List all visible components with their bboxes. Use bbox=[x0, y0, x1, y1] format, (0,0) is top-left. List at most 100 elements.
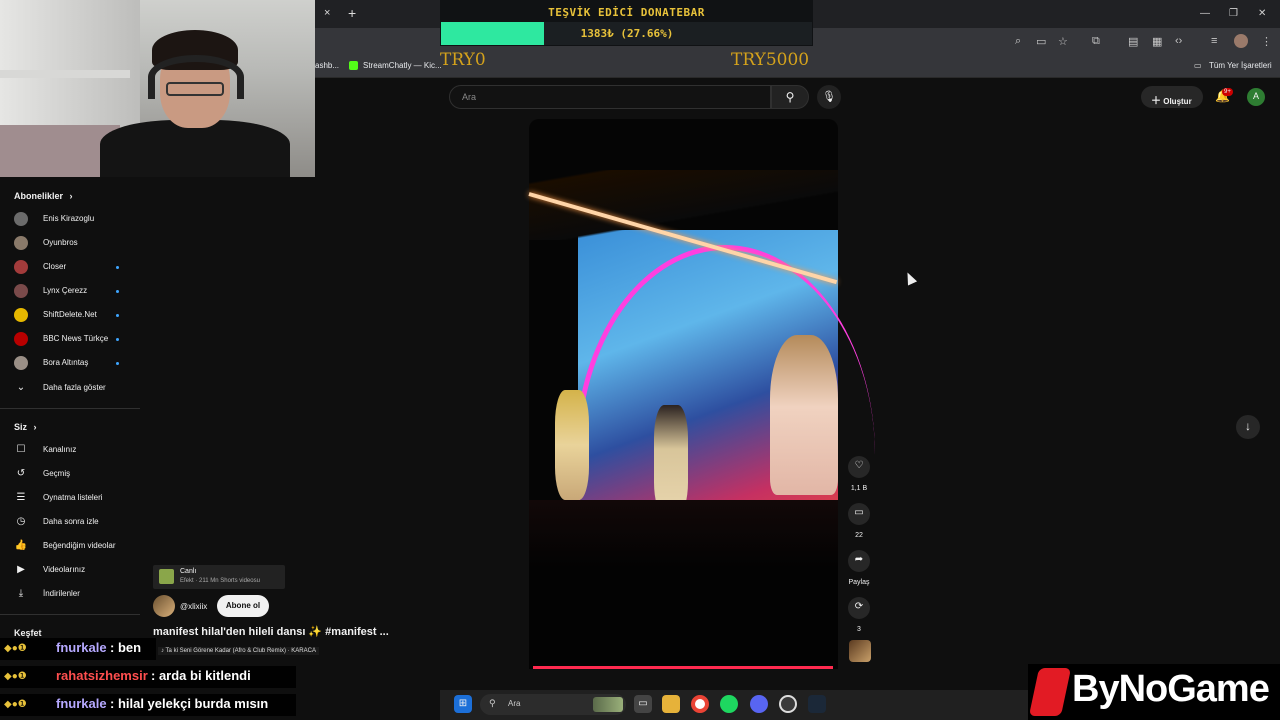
close-window-button[interactable]: ✕ bbox=[1258, 8, 1266, 19]
history-icon: ↺ bbox=[16, 468, 26, 479]
explore-heading: Keşfet bbox=[14, 628, 42, 638]
donation-title: TEŞVİK EDİCİ DONATEBAR bbox=[548, 6, 705, 19]
share-icon: ➦ bbox=[854, 554, 864, 565]
search-input[interactable]: Ara bbox=[449, 85, 771, 109]
sidebar-subscription-item[interactable]: BBC News Türkçe bbox=[0, 328, 140, 352]
channel-avatar-icon bbox=[14, 356, 28, 370]
trash-icon[interactable]: ▤ bbox=[1128, 35, 1138, 48]
channel-name[interactable]: @xlixiix bbox=[180, 602, 207, 611]
folder-icon: ▭ bbox=[1194, 61, 1202, 70]
sidebar-subscription-item[interactable]: Enis Kirazoglu bbox=[0, 208, 140, 232]
donation-progress-fill bbox=[441, 22, 544, 45]
file-explorer-icon[interactable] bbox=[662, 695, 680, 713]
chevron-right-icon: › bbox=[33, 422, 37, 432]
star-icon[interactable]: ☆ bbox=[1058, 35, 1068, 48]
zoom-icon[interactable]: ⌕ bbox=[1015, 35, 1021, 48]
subscription-label: Oyunbros bbox=[43, 238, 78, 247]
chat-text: : ben bbox=[110, 640, 142, 655]
share-button[interactable]: ➦ bbox=[848, 550, 870, 572]
chat-badges-icon: ◆●❶ bbox=[4, 699, 27, 710]
new-content-dot bbox=[116, 338, 119, 341]
subscriptions-heading[interactable]: Abonelikler › bbox=[14, 191, 73, 201]
effect-card-title: Canlı bbox=[180, 568, 197, 575]
sidebar-item[interactable]: ☰ Oynatma listeleri bbox=[0, 487, 140, 511]
code-icon[interactable]: ‹› bbox=[1175, 35, 1182, 47]
minimize-button[interactable]: — bbox=[1200, 8, 1210, 19]
short-title[interactable]: manifest hilal'den hileli dansı ✨ #manif… bbox=[153, 625, 389, 638]
discord-icon[interactable] bbox=[750, 695, 768, 713]
show-more-button[interactable]: ⌄ Daha fazla göster bbox=[0, 377, 140, 401]
sidebar-subscription-item[interactable]: Oyunbros bbox=[0, 232, 140, 256]
channel-avatar-icon bbox=[14, 236, 28, 250]
sidebar-subscription-item[interactable]: Closer bbox=[0, 256, 140, 280]
video-crowd bbox=[529, 500, 838, 669]
profile-icon[interactable] bbox=[1234, 34, 1248, 48]
widget-icon[interactable] bbox=[593, 697, 623, 712]
subscribe-button[interactable]: Abone ol bbox=[217, 595, 269, 617]
task-view-icon[interactable]: ▭ bbox=[634, 695, 652, 713]
sidebar-item[interactable]: ⤓ İndirilenler bbox=[0, 583, 140, 607]
obs-icon[interactable] bbox=[779, 695, 797, 713]
chevron-down-icon: ⌄ bbox=[16, 382, 26, 393]
webcam-feed bbox=[0, 0, 315, 177]
search-button[interactable]: ⚲ bbox=[771, 85, 809, 109]
search-icon: ⚲ bbox=[785, 90, 795, 104]
donation-min-label: TRY0 bbox=[440, 50, 486, 70]
chrome-icon[interactable] bbox=[691, 695, 709, 713]
grid-icon[interactable]: ▦ bbox=[1152, 35, 1162, 48]
video-progress-bar[interactable] bbox=[533, 666, 833, 669]
subscription-label: ShiftDelete.Net bbox=[43, 310, 97, 319]
channel-avatar-icon bbox=[14, 332, 28, 346]
voice-search-button[interactable]: 🎙 bbox=[817, 85, 841, 109]
channel-avatar-icon bbox=[14, 308, 28, 322]
extensions-icon[interactable]: ⧉ bbox=[1092, 35, 1100, 48]
steam-icon[interactable] bbox=[808, 695, 826, 713]
close-tab-button[interactable]: × bbox=[324, 7, 330, 19]
download-icon: ⤓ bbox=[18, 588, 24, 599]
music-label[interactable]: ♪ Ta ki Seni Görene Kadar (Afro & Club R… bbox=[158, 647, 319, 655]
like-count: 1,1 B bbox=[850, 485, 868, 492]
sidebar-item[interactable]: ☐ Kanalınız bbox=[0, 439, 140, 463]
channel-icon: ☐ bbox=[16, 444, 26, 455]
you-heading[interactable]: Siz › bbox=[14, 422, 37, 432]
comment-button[interactable]: ▭ bbox=[848, 503, 870, 525]
channel-avatar-icon bbox=[14, 212, 28, 226]
sidebar-item-label: Daha sonra izle bbox=[43, 517, 99, 526]
sidebar-item[interactable]: ▶ Videolarınız bbox=[0, 559, 140, 583]
bookmark-item[interactable]: StreamChatly — Kic... bbox=[363, 61, 442, 70]
chat-username: fnurkale bbox=[56, 640, 107, 655]
chat-message: ◆●❶ fnurkale: hilal yelekçi burda mısın bbox=[0, 694, 296, 716]
new-tab-button[interactable]: + bbox=[348, 5, 356, 21]
maximize-button[interactable]: ❐ bbox=[1229, 8, 1238, 19]
spotify-icon[interactable] bbox=[720, 695, 738, 713]
sidebar-item[interactable]: ◷ Daha sonra izle bbox=[0, 511, 140, 535]
sound-thumbnail[interactable] bbox=[849, 640, 871, 662]
all-bookmarks[interactable]: Tüm Yer İşaretleri bbox=[1209, 61, 1272, 70]
sidebar-item[interactable]: 👍 Beğendiğim videolar bbox=[0, 535, 140, 559]
cast-icon[interactable]: ▭ bbox=[1036, 35, 1046, 48]
bookmark-item[interactable]: ashb... bbox=[315, 61, 339, 70]
kick-icon bbox=[349, 61, 358, 70]
video-dancer bbox=[555, 390, 589, 500]
menu-icon[interactable]: ⋮ bbox=[1261, 35, 1272, 48]
create-button[interactable]: ＋ Oluştur bbox=[1141, 86, 1203, 108]
sidebar-subscription-item[interactable]: Lynx Çerezz bbox=[0, 280, 140, 304]
sidebar-subscription-item[interactable]: ShiftDelete.Net bbox=[0, 304, 140, 328]
video-dancer bbox=[654, 405, 688, 515]
account-avatar[interactable]: A bbox=[1247, 88, 1265, 106]
next-short-button[interactable]: ↓ bbox=[1236, 415, 1260, 439]
chat-username: rahatsizhemsir bbox=[56, 668, 148, 683]
sidebar-item[interactable]: ↺ Geçmiş bbox=[0, 463, 140, 487]
sidebar-subscription-item[interactable]: Bora Altıntaş bbox=[0, 352, 140, 376]
comment-icon: ▭ bbox=[854, 507, 864, 518]
effect-icon bbox=[159, 569, 174, 584]
effect-card[interactable]: Canlı Efekt · 211 Mn Shorts videosu bbox=[153, 565, 285, 589]
like-button[interactable]: ♡ bbox=[848, 456, 870, 478]
media-icon[interactable]: ≡ bbox=[1211, 35, 1217, 47]
sponsor-logo-text: ByNoGame bbox=[1072, 668, 1270, 710]
windows-start-icon[interactable]: ⊞ bbox=[454, 695, 472, 713]
channel-avatar[interactable] bbox=[153, 595, 175, 617]
search-icon: ⚲ bbox=[489, 698, 496, 708]
chat-badges-icon: ◆●❶ bbox=[4, 643, 27, 654]
remix-button[interactable]: ⟳ bbox=[848, 597, 870, 619]
